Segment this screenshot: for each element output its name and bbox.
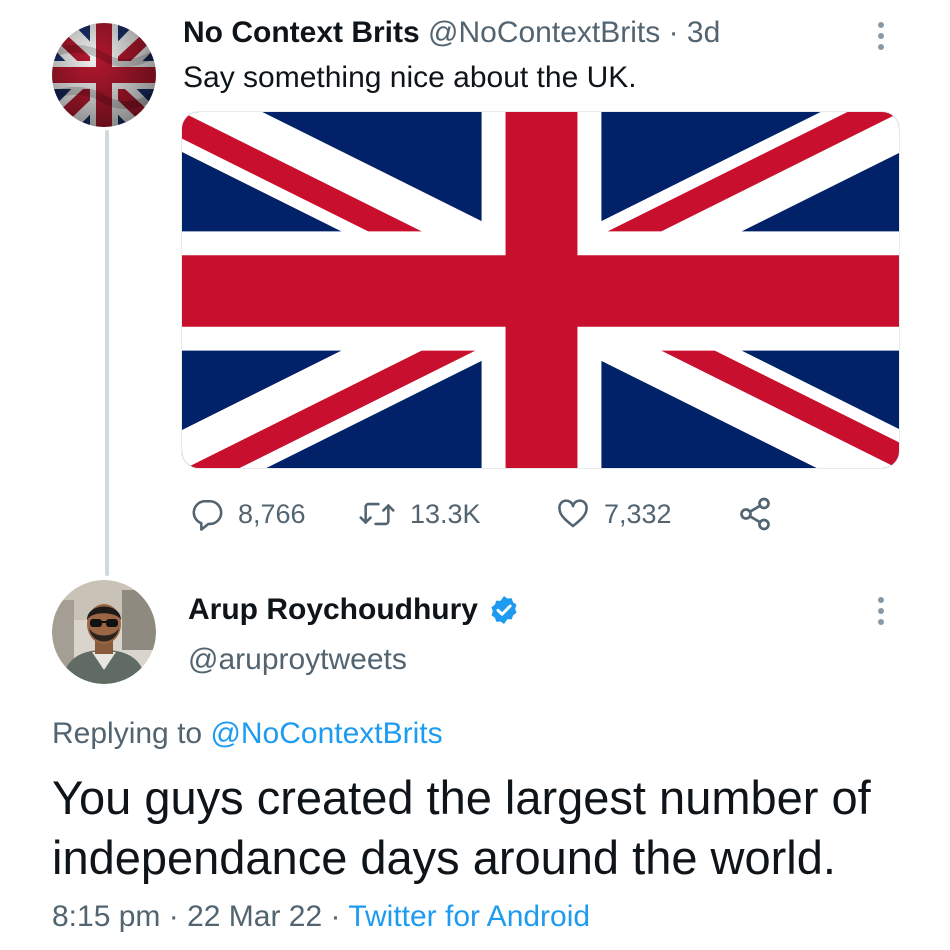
tweet1-time[interactable]: 3d xyxy=(687,16,720,49)
reply-button[interactable]: 8,766 xyxy=(190,494,306,534)
tweet2-source-link[interactable]: Twitter for Android xyxy=(348,900,590,933)
retweet-button[interactable]: 13.3K xyxy=(358,494,481,534)
tweet1-text: Say something nice about the UK. xyxy=(183,61,637,94)
like-button[interactable]: 7,332 xyxy=(556,494,672,534)
replying-to-line: Replying to @NoContextBrits xyxy=(52,714,443,754)
tweet1-author-handle[interactable]: @NoContextBrits xyxy=(428,16,660,49)
tweet2-author-name[interactable]: Arup Roychoudhury xyxy=(188,590,478,630)
share-icon xyxy=(740,497,770,531)
like-count: 7,332 xyxy=(604,498,672,529)
tweet1-separator: · xyxy=(668,16,679,49)
tweet2-date[interactable]: 22 Mar 22 xyxy=(187,900,322,933)
tweet1-media-union-flag[interactable] xyxy=(181,111,900,469)
retweet-icon xyxy=(359,502,395,526)
more-options-icon[interactable] xyxy=(876,597,886,625)
tweet2-metadata: 8:15 pm · 22 Mar 22 · Twitter for Androi… xyxy=(52,897,590,937)
tweet2-time[interactable]: 8:15 pm xyxy=(52,900,160,933)
avatar-no-context-brits[interactable] xyxy=(52,23,156,127)
share-button[interactable] xyxy=(737,494,787,534)
more-options-icon[interactable] xyxy=(876,22,886,50)
tweet1-author-name[interactable]: No Context Brits xyxy=(183,16,420,49)
avatar-arup-roychoudhury[interactable] xyxy=(52,580,156,684)
retweet-count: 13.3K xyxy=(410,498,481,529)
tweet2-text: You guys created the largest number of i… xyxy=(52,771,871,884)
tweet1-header: No Context Brits @NoContextBrits · 3d xyxy=(183,14,720,52)
heart-icon xyxy=(558,499,588,528)
replying-prefix: Replying to xyxy=(52,717,203,750)
meta-separator: · xyxy=(168,900,179,933)
reply-icon xyxy=(192,499,223,531)
meta-separator: · xyxy=(330,900,341,933)
thread-connector-line xyxy=(105,130,109,576)
tweet2-author-handle[interactable]: @aruproytweets xyxy=(188,640,407,680)
verified-badge-icon xyxy=(491,596,517,624)
tweet2-author-row: Arup Roychoudhury xyxy=(188,590,520,630)
replying-to-handle-link[interactable]: @NoContextBrits xyxy=(210,717,442,750)
reply-count: 8,766 xyxy=(238,498,306,529)
